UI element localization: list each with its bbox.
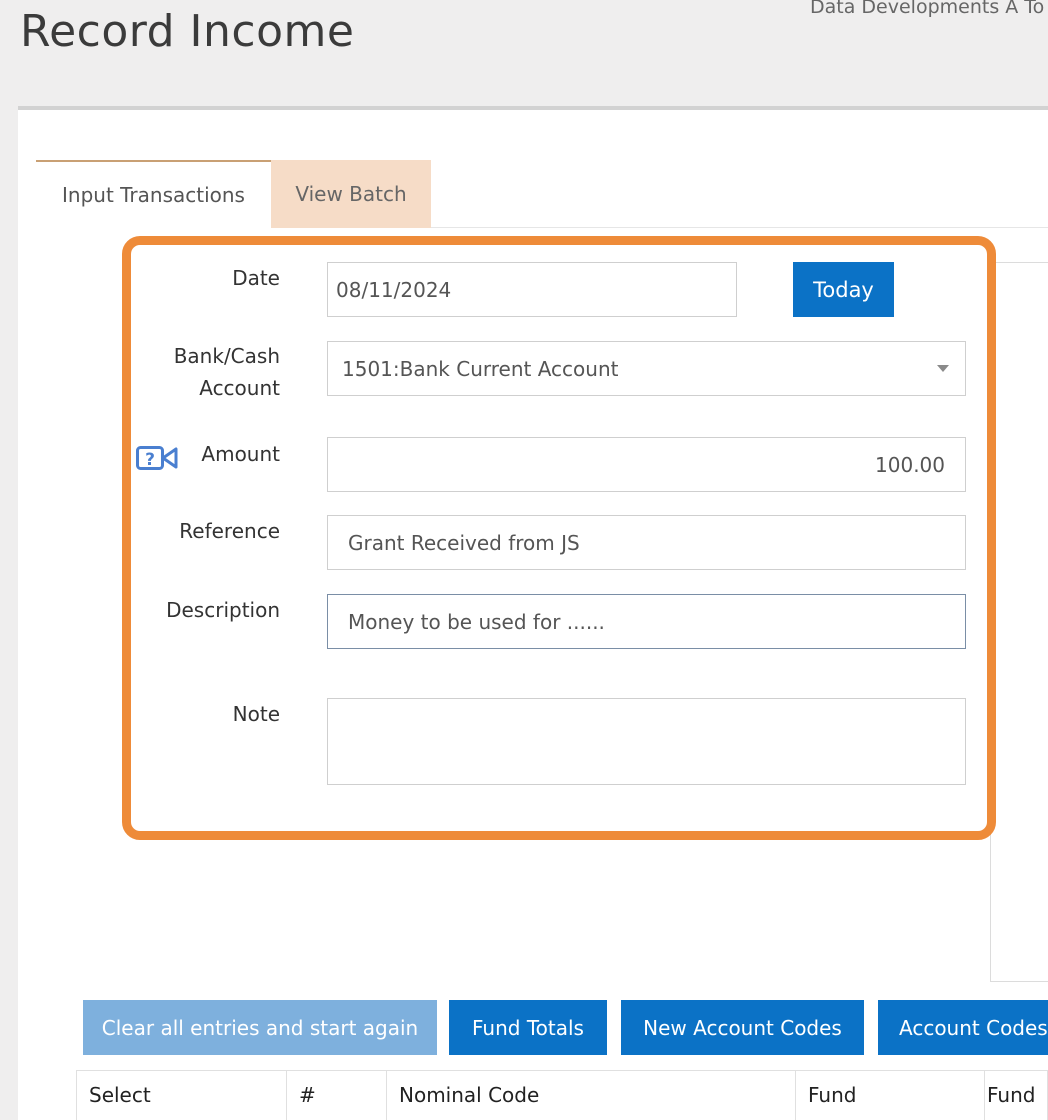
- column-header-fund[interactable]: Fund: [796, 1070, 984, 1120]
- bank-account-label-line1: Bank/Cash: [173, 344, 280, 368]
- column-header-number[interactable]: #: [287, 1070, 386, 1120]
- page-title: Record Income: [20, 6, 355, 57]
- new-account-codes-button[interactable]: New Account Codes: [621, 1000, 864, 1055]
- note-textarea[interactable]: [327, 698, 966, 785]
- note-label: Note: [232, 702, 280, 726]
- reference-label: Reference: [179, 519, 280, 543]
- date-label: Date: [232, 266, 280, 290]
- today-button[interactable]: Today: [793, 262, 894, 317]
- bank-account-select[interactable]: 1501:Bank Current Account: [327, 341, 966, 396]
- description-label: Description: [166, 598, 280, 622]
- chevron-down-icon: [937, 365, 949, 372]
- amount-label: Amount: [201, 442, 280, 466]
- bank-account-label-line2: Account: [199, 376, 280, 400]
- reference-input[interactable]: [327, 515, 966, 570]
- description-input[interactable]: [327, 594, 966, 649]
- account-codes-button[interactable]: Account Codes: [878, 1000, 1048, 1055]
- date-input[interactable]: [327, 262, 737, 317]
- tab-input-transactions[interactable]: Input Transactions: [36, 160, 271, 228]
- side-panel: [990, 262, 1048, 982]
- fund-totals-button[interactable]: Fund Totals: [449, 1000, 607, 1055]
- clear-entries-button[interactable]: Clear all entries and start again: [83, 1000, 437, 1055]
- column-header-nominal-code[interactable]: Nominal Code: [387, 1070, 795, 1120]
- column-header-fund-2[interactable]: Fund: [985, 1070, 1048, 1120]
- organization-name: Data Developments A To: [810, 0, 1045, 18]
- amount-input[interactable]: [327, 437, 966, 492]
- tab-view-batch[interactable]: View Batch: [271, 160, 431, 228]
- column-header-select[interactable]: Select: [77, 1070, 286, 1120]
- bank-account-selected-value: 1501:Bank Current Account: [342, 356, 619, 381]
